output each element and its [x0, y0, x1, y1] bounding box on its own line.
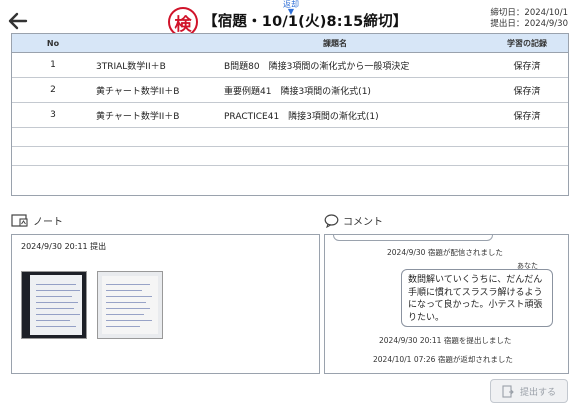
empty-row	[12, 147, 568, 166]
note-panel: 2024/9/30 20:11 提出	[11, 234, 320, 374]
row-no: 3	[50, 110, 56, 120]
row-subject: 3TRIAL数学II＋B	[96, 61, 166, 72]
row-title: B問題80 隣接3項間の漸化式から一般項決定	[224, 61, 410, 72]
submitted-date: 提出日：2024/9/30	[490, 19, 568, 29]
row-no: 1	[50, 60, 56, 70]
row-title: PRACTICE41 隣接3項間の漸化式(1)	[224, 111, 379, 122]
row-record: 保存済	[513, 86, 541, 97]
col-record: 学習の記録	[507, 38, 547, 48]
submit-button[interactable]: 提出する	[490, 379, 568, 403]
submit-icon	[502, 384, 514, 398]
note-image-thumbnail[interactable]	[97, 271, 163, 339]
row-subject: 黄チャート数学II＋B	[96, 86, 180, 97]
comment-bubble: 数問解いていくうちに、だんだん手順に慣れてスラスラ解けるようになって良かった。小…	[401, 269, 553, 327]
previous-bubble	[333, 235, 493, 241]
empty-row	[12, 166, 568, 185]
row-no: 2	[50, 85, 56, 95]
page-title: 【宿題・10/1(火)8:15締切】	[203, 14, 408, 30]
col-title: 課題名	[323, 38, 347, 48]
row-title: 重要例題41 隣接3項間の漸化式(1)	[224, 86, 371, 97]
note-label: ノート	[33, 217, 63, 228]
table-row[interactable]: 1 3TRIAL数学II＋B B問題80 隣接3項間の漸化式から一般項決定 保存…	[12, 53, 568, 78]
note-section-label: ノート	[11, 213, 63, 228]
system-message-returned: 2024/10/1 07:26 宿題が返却されました	[373, 355, 513, 364]
comment-label: コメント	[343, 217, 383, 228]
system-message-submitted: 2024/9/30 20:11 宿題を提出しました	[379, 336, 512, 345]
dates-block: 締切日：2024/10/1 提出日：2024/9/30	[490, 8, 568, 30]
row-record: 保存済	[513, 111, 541, 122]
table-row[interactable]: 3 黄チャート数学II＋B PRACTICE41 隣接3項間の漸化式(1) 保存…	[12, 103, 568, 128]
col-no: No	[46, 38, 60, 48]
row-record: 保存済	[513, 61, 541, 72]
table-row[interactable]: 2 黄チャート数学II＋B 重要例題41 隣接3項間の漸化式(1) 保存済	[12, 78, 568, 103]
table-header: No 課題名 学習の記録	[12, 34, 568, 53]
row-subject: 黄チャート数学II＋B	[96, 111, 180, 122]
empty-row	[12, 128, 568, 147]
submit-label: 提出する	[519, 387, 556, 398]
comment-section-label: コメント	[324, 213, 383, 228]
system-message-delivered: 2024/9/30 宿題が配信されました	[387, 248, 503, 257]
deadline-date: 締切日：2024/10/1	[490, 8, 568, 18]
back-arrow-icon[interactable]	[8, 12, 28, 30]
comment-panel: 2024/9/30 宿題が配信されました あなた 数問解いていくうちに、だんだん…	[324, 234, 569, 374]
speech-bubble-icon	[324, 213, 339, 228]
assignment-table: No 課題名 学習の記録 1 3TRIAL数学II＋B B問題80 隣接3項間の…	[11, 33, 569, 196]
note-image-thumbnail[interactable]	[21, 271, 87, 339]
notebook-icon	[11, 213, 28, 227]
note-date: 2024/9/30 20:11 提出	[21, 242, 107, 251]
